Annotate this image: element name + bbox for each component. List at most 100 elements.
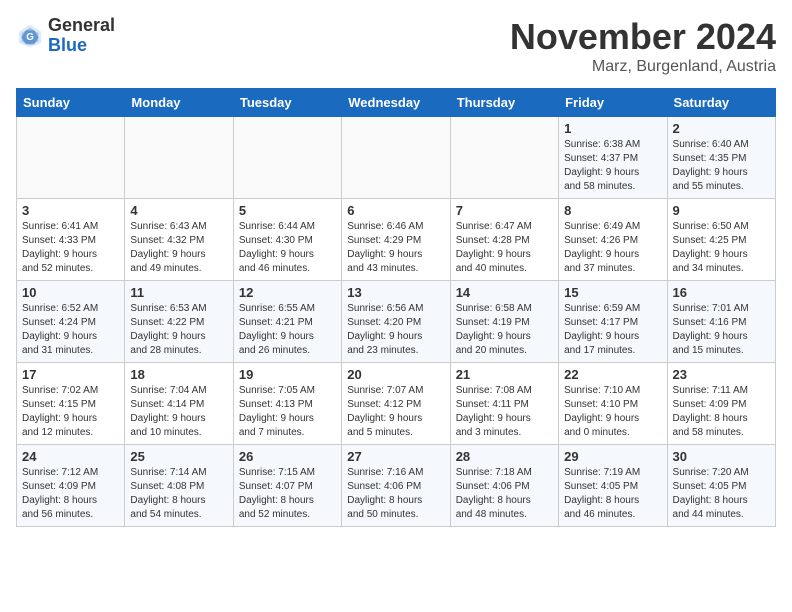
day-info: Sunrise: 6:43 AM Sunset: 4:32 PM Dayligh… [130,220,227,276]
calendar-cell: 3 Sunrise: 6:41 AM Sunset: 4:33 PM Daylig… [17,199,125,281]
weekday-header-sunday: Sunday [17,89,125,117]
calendar-cell: 20Sunrise: 7:07 AM Sunset: 4:12 PM Dayli… [342,363,450,445]
day-info: Sunrise: 7:12 AM Sunset: 4:09 PM Dayligh… [22,466,119,522]
calendar-cell: 14 Sunrise: 6:58 AM Sunset: 4:19 PM Dayli… [450,281,558,363]
title-area: November 2024 Marz, Burgenland, Austria [510,16,776,76]
calendar-cell: 27 Sunrise: 7:16 AM Sunset: 4:06 PM Dayli… [342,445,450,527]
day-info: Sunrise: 6:46 AM Sunset: 4:29 PM Dayligh… [347,220,444,276]
calendar-cell: 29 Sunrise: 7:19 AM Sunset: 4:05 PM Dayli… [559,445,667,527]
calendar-cell: 5 Sunrise: 6:44 AM Sunset: 4:30 PM Daylig… [233,199,341,281]
day-info: Sunrise: 7:19 AM Sunset: 4:05 PM Dayligh… [564,466,661,522]
calendar-cell: 10 Sunrise: 6:52 AM Sunset: 4:24 PM Dayli… [17,281,125,363]
day-info: Sunrise: 6:44 AM Sunset: 4:30 PM Dayligh… [239,220,336,276]
logo-general: General [48,15,115,35]
calendar-cell [233,117,341,199]
calendar-cell: 25 Sunrise: 7:14 AM Sunset: 4:08 PM Dayli… [125,445,233,527]
day-number: 22 [564,367,661,382]
weekday-header-friday: Friday [559,89,667,117]
calendar-cell: 15Sunrise: 6:59 AM Sunset: 4:17 PM Dayli… [559,281,667,363]
day-number: 8 [564,203,661,218]
calendar-week-2: 3 Sunrise: 6:41 AM Sunset: 4:33 PM Daylig… [17,199,776,281]
day-info: Sunrise: 7:18 AM Sunset: 4:06 PM Dayligh… [456,466,553,522]
calendar-cell: 22 Sunrise: 7:10 AM Sunset: 4:10 PM Dayli… [559,363,667,445]
weekday-header-tuesday: Tuesday [233,89,341,117]
day-info: Sunrise: 6:58 AM Sunset: 4:19 PM Dayligh… [456,302,553,358]
calendar-cell: 6 Sunrise: 6:46 AM Sunset: 4:29 PM Daylig… [342,199,450,281]
calendar-cell: 17 Sunrise: 7:02 AM Sunset: 4:15 PM Dayli… [17,363,125,445]
calendar-cell: 23Sunrise: 7:11 AM Sunset: 4:09 PM Dayli… [667,363,775,445]
header: G General Blue November 2024 Marz, Burge… [16,16,776,76]
day-info: Sunrise: 6:38 AM Sunset: 4:37 PM Dayligh… [564,138,661,194]
calendar-cell: 30 Sunrise: 7:20 AM Sunset: 4:05 PM Dayli… [667,445,775,527]
day-number: 23 [673,367,770,382]
day-number: 14 [456,285,553,300]
weekday-header-wednesday: Wednesday [342,89,450,117]
calendar-cell: 28 Sunrise: 7:18 AM Sunset: 4:06 PM Dayli… [450,445,558,527]
location-subtitle: Marz, Burgenland, Austria [510,58,776,76]
calendar-cell: 2Sunrise: 6:40 AM Sunset: 4:35 PM Daylig… [667,117,775,199]
logo-blue: Blue [48,35,87,55]
calendar-cell: 24 Sunrise: 7:12 AM Sunset: 4:09 PM Dayli… [17,445,125,527]
day-info: Sunrise: 7:02 AM Sunset: 4:15 PM Dayligh… [22,384,119,440]
logo-icon: G [16,22,44,50]
day-info: Sunrise: 7:07 AM Sunset: 4:12 PM Dayligh… [347,384,444,440]
day-info: Sunrise: 6:50 AM Sunset: 4:25 PM Dayligh… [673,220,770,276]
calendar-cell [342,117,450,199]
calendar-header: SundayMondayTuesdayWednesdayThursdayFrid… [17,89,776,117]
calendar-cell: 7 Sunrise: 6:47 AM Sunset: 4:28 PM Daylig… [450,199,558,281]
day-info: Sunrise: 6:56 AM Sunset: 4:20 PM Dayligh… [347,302,444,358]
day-info: Sunrise: 6:41 AM Sunset: 4:33 PM Dayligh… [22,220,119,276]
day-info: Sunrise: 6:47 AM Sunset: 4:28 PM Dayligh… [456,220,553,276]
logo: G General Blue [16,16,115,56]
day-number: 12 [239,285,336,300]
weekday-header-saturday: Saturday [667,89,775,117]
calendar-cell: 13 Sunrise: 6:56 AM Sunset: 4:20 PM Dayli… [342,281,450,363]
calendar-week-5: 24 Sunrise: 7:12 AM Sunset: 4:09 PM Dayli… [17,445,776,527]
calendar-table: SundayMondayTuesdayWednesdayThursdayFrid… [16,88,776,527]
day-number: 6 [347,203,444,218]
weekday-header-thursday: Thursday [450,89,558,117]
calendar-cell: 4Sunrise: 6:43 AM Sunset: 4:32 PM Daylig… [125,199,233,281]
day-info: Sunrise: 6:49 AM Sunset: 4:26 PM Dayligh… [564,220,661,276]
calendar-cell [17,117,125,199]
day-info: Sunrise: 7:16 AM Sunset: 4:06 PM Dayligh… [347,466,444,522]
day-number: 5 [239,203,336,218]
calendar-cell [450,117,558,199]
day-number: 17 [22,367,119,382]
day-number: 1 [564,121,661,136]
day-number: 25 [130,449,227,464]
day-info: Sunrise: 7:04 AM Sunset: 4:14 PM Dayligh… [130,384,227,440]
month-title: November 2024 [510,16,776,58]
calendar-cell: 21Sunrise: 7:08 AM Sunset: 4:11 PM Dayli… [450,363,558,445]
day-number: 10 [22,285,119,300]
calendar-cell: 26Sunrise: 7:15 AM Sunset: 4:07 PM Dayli… [233,445,341,527]
day-info: Sunrise: 7:15 AM Sunset: 4:07 PM Dayligh… [239,466,336,522]
logo-text: General Blue [48,16,115,56]
day-number: 18 [130,367,227,382]
calendar-week-4: 17 Sunrise: 7:02 AM Sunset: 4:15 PM Dayli… [17,363,776,445]
day-info: Sunrise: 6:55 AM Sunset: 4:21 PM Dayligh… [239,302,336,358]
day-number: 13 [347,285,444,300]
calendar-cell: 12 Sunrise: 6:55 AM Sunset: 4:21 PM Dayli… [233,281,341,363]
day-info: Sunrise: 6:59 AM Sunset: 4:17 PM Dayligh… [564,302,661,358]
day-number: 29 [564,449,661,464]
day-info: Sunrise: 7:14 AM Sunset: 4:08 PM Dayligh… [130,466,227,522]
calendar-cell: 8 Sunrise: 6:49 AM Sunset: 4:26 PM Daylig… [559,199,667,281]
day-info: Sunrise: 7:10 AM Sunset: 4:10 PM Dayligh… [564,384,661,440]
svg-text:G: G [26,32,34,43]
day-number: 7 [456,203,553,218]
day-number: 16 [673,285,770,300]
day-info: Sunrise: 6:52 AM Sunset: 4:24 PM Dayligh… [22,302,119,358]
day-info: Sunrise: 7:01 AM Sunset: 4:16 PM Dayligh… [673,302,770,358]
day-number: 28 [456,449,553,464]
day-number: 24 [22,449,119,464]
calendar-cell [125,117,233,199]
day-info: Sunrise: 6:53 AM Sunset: 4:22 PM Dayligh… [130,302,227,358]
day-number: 21 [456,367,553,382]
day-number: 3 [22,203,119,218]
day-number: 30 [673,449,770,464]
calendar-cell: 11Sunrise: 6:53 AM Sunset: 4:22 PM Dayli… [125,281,233,363]
day-info: Sunrise: 7:20 AM Sunset: 4:05 PM Dayligh… [673,466,770,522]
calendar-body: 1 Sunrise: 6:38 AM Sunset: 4:37 PM Daylig… [17,117,776,527]
day-number: 27 [347,449,444,464]
